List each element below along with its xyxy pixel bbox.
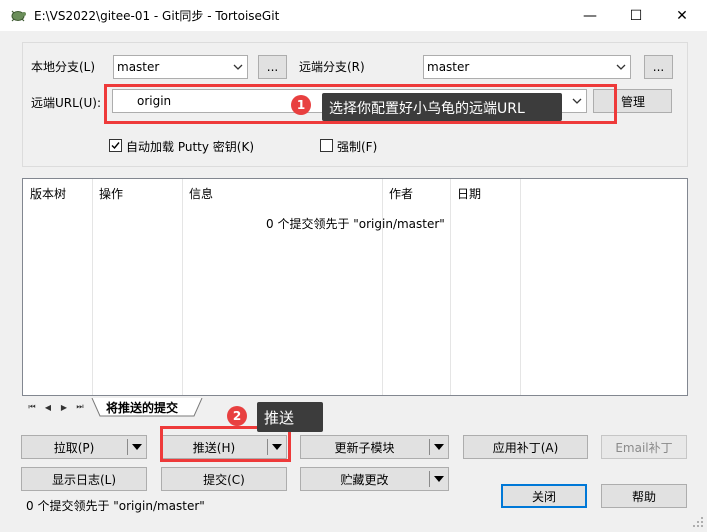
autoload-putty-label: 自动加载 Putty 密钥(K) — [126, 140, 255, 154]
remote-branch-label: 远端分支(R) — [299, 60, 365, 74]
show-log-button[interactable]: 显示日志(L) — [21, 467, 147, 491]
maximize-button[interactable]: ☐ — [613, 0, 659, 31]
column-header-version-tree[interactable]: 版本树 — [23, 179, 91, 203]
autoload-putty-checkbox[interactable] — [109, 139, 122, 152]
pull-split-button[interactable]: 拉取(P) — [21, 435, 147, 459]
prev-tab-icon[interactable]: ◀ — [42, 401, 54, 413]
close-button[interactable]: 关闭 — [501, 484, 587, 508]
minimize-button[interactable]: — — [567, 0, 613, 31]
local-branch-browse-button[interactable]: ... — [258, 55, 287, 79]
row-message: 0 个提交领先于 "origin/master" — [266, 217, 445, 231]
column-separator — [92, 179, 93, 395]
callout-tooltip-2: 推送 — [257, 402, 323, 432]
maximize-icon: ☐ — [629, 7, 643, 24]
local-branch-combo[interactable]: master — [113, 55, 248, 79]
callout-number-1: 1 — [291, 95, 311, 115]
force-checkbox[interactable] — [320, 139, 333, 152]
update-submodules-dropdown-button[interactable] — [430, 436, 448, 458]
column-separator — [450, 179, 451, 395]
chevron-down-icon — [616, 64, 626, 70]
close-window-button[interactable]: ✕ — [659, 0, 705, 31]
stash-split-button[interactable]: 贮藏更改 — [300, 467, 449, 491]
update-submodules-button[interactable]: 更新子模块 — [301, 436, 428, 458]
commits-list[interactable]: 版本树 操作 信息 作者 日期 0 个提交领先于 "origin/master" — [22, 178, 688, 396]
remote-branch-value: master — [427, 60, 470, 74]
remote-branch-combo[interactable]: master — [423, 55, 631, 79]
tab-strip: ⏮ ◀ ▶ ⏭ 将推送的提交 — [22, 398, 688, 418]
caret-down-icon — [434, 444, 444, 450]
first-tab-icon[interactable]: ⏮ — [26, 401, 38, 413]
email-patch-button[interactable]: Email补丁 — [601, 435, 687, 459]
column-header-date[interactable]: 日期 — [450, 179, 520, 203]
next-tab-icon[interactable]: ▶ — [58, 401, 70, 413]
callout-tooltip-1: 选择你配置好小乌龟的远端URL — [322, 93, 562, 121]
column-separator — [520, 179, 521, 395]
force-label: 强制(F) — [337, 140, 378, 154]
column-header-action[interactable]: 操作 — [92, 179, 182, 203]
window-title: E:\VS2022\gitee-01 - Git同步 - TortoiseGit — [34, 9, 280, 23]
status-text: 0 个提交领先于 "origin/master" — [26, 499, 205, 513]
column-header-author[interactable]: 作者 — [382, 179, 450, 203]
pull-dropdown-button[interactable] — [128, 436, 146, 458]
remote-url-label: 远端URL(U): — [31, 96, 101, 110]
title-bar[interactable]: E:\VS2022\gitee-01 - Git同步 - TortoiseGit… — [0, 0, 707, 31]
chevron-down-icon — [233, 64, 243, 70]
resize-grip-icon[interactable] — [692, 516, 704, 528]
apply-patch-button[interactable]: 应用补丁(A) — [463, 435, 588, 459]
column-header-message[interactable]: 信息 — [182, 179, 382, 203]
local-branch-value: master — [117, 60, 160, 74]
last-tab-icon[interactable]: ⏭ — [74, 401, 86, 413]
help-button[interactable]: 帮助 — [601, 484, 687, 508]
remote-branch-browse-button[interactable]: ... — [644, 55, 673, 79]
local-branch-label: 本地分支(L) — [31, 60, 96, 74]
column-separator — [182, 179, 183, 395]
stash-button[interactable]: 贮藏更改 — [301, 468, 428, 490]
update-submodules-split-button[interactable]: 更新子模块 — [300, 435, 449, 459]
commit-button[interactable]: 提交(C) — [161, 467, 287, 491]
table-row[interactable]: 0 个提交领先于 "origin/master" — [23, 215, 687, 233]
column-separator — [382, 179, 383, 395]
callout-number-2: 2 — [227, 406, 247, 426]
stash-dropdown-button[interactable] — [430, 468, 448, 490]
minimize-icon: — — [583, 7, 597, 24]
close-icon: ✕ — [676, 7, 688, 24]
caret-down-icon — [132, 444, 142, 450]
pull-button[interactable]: 拉取(P) — [22, 436, 126, 458]
tortoisegit-app-icon — [11, 10, 26, 22]
tab-commits-to-push[interactable]: 将推送的提交 — [106, 399, 178, 416]
caret-down-icon — [434, 476, 444, 482]
checkmark-icon — [111, 142, 120, 150]
